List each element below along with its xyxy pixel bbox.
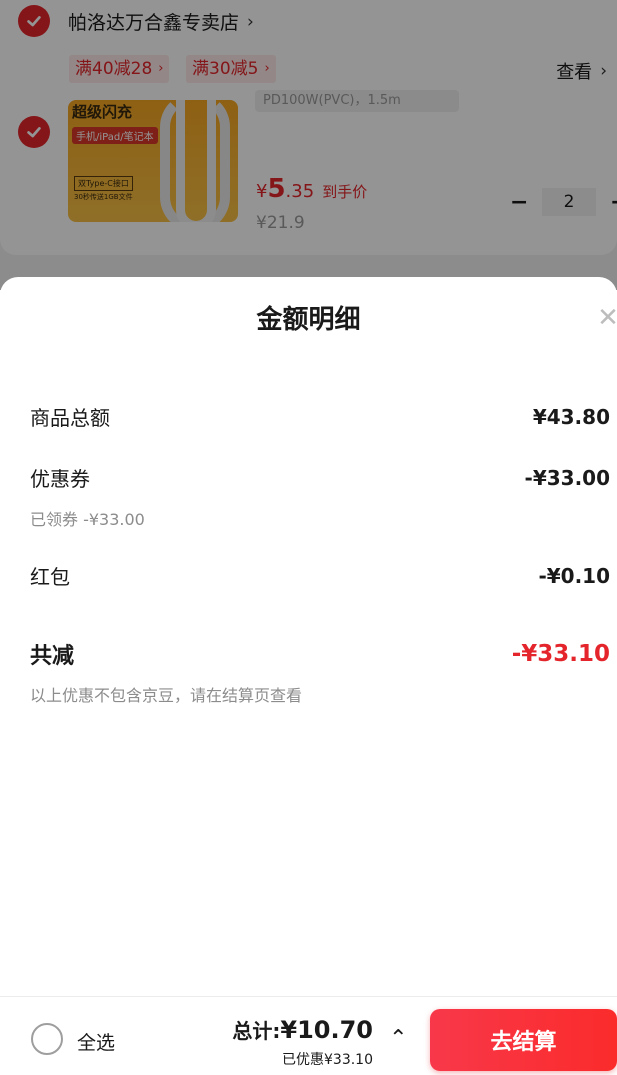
row-value: -¥33.00 (524, 465, 610, 490)
total-value: ¥10.70 (280, 1016, 373, 1044)
sheet-title: 金额明细 (256, 305, 361, 335)
checkout-bar: 全选 总计: ¥10.70 已优惠¥33.10 ⌄ 去结算 (0, 996, 617, 1075)
row-value: -¥33.10 (511, 641, 610, 667)
coupon-sub-detail: 已领券 -¥33.00 (30, 510, 145, 529)
select-all-label[interactable]: 全选 (77, 1028, 115, 1055)
row-value: -¥0.10 (538, 563, 610, 588)
row-label: 商品总额 (30, 406, 110, 430)
checkout-button[interactable]: 去结算 (430, 1009, 617, 1071)
detail-row-coupon: 优惠券 -¥33.00 (30, 463, 610, 492)
saved-amount: 已优惠¥33.10 (282, 1052, 373, 1068)
total-label: 总计: (232, 1019, 281, 1043)
detail-row-red-packet: 红包 -¥0.10 (30, 561, 610, 590)
detail-row-goods-total: 商品总额 ¥43.80 (30, 402, 610, 431)
row-label: 优惠券 (30, 467, 90, 491)
amount-detail-sheet: 金额明细 ✕ 商品总额 ¥43.80 优惠券 -¥33.00 已领券 -¥33.… (0, 277, 617, 1075)
detail-row-total-discount: 共减 -¥33.10 (30, 638, 610, 670)
select-all-radio[interactable] (31, 1023, 63, 1055)
close-icon[interactable]: ✕ (593, 303, 617, 333)
row-value: ¥43.80 (532, 404, 610, 429)
discount-note: 以上优惠不包含京豆，请在结算页查看 (30, 686, 303, 705)
row-label: 共减 (30, 644, 75, 669)
row-label: 红包 (30, 565, 70, 589)
total-price: 总计: ¥10.70 (232, 1015, 373, 1044)
modal-overlay[interactable] (0, 0, 617, 290)
chevron-up-icon[interactable]: ⌄ (389, 1023, 407, 1048)
